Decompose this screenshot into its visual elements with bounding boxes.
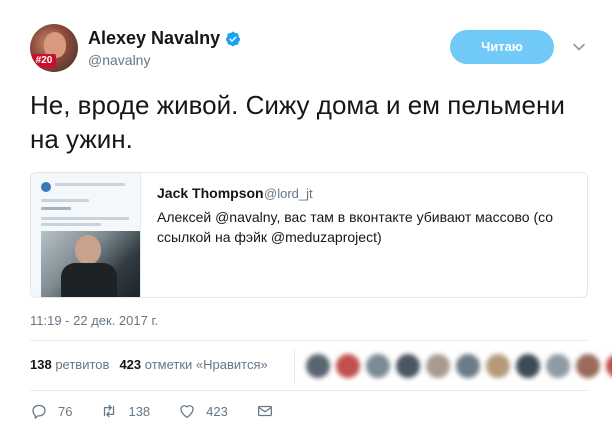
liker-avatar[interactable] bbox=[516, 354, 540, 378]
liker-avatar[interactable] bbox=[456, 354, 480, 378]
tweet-text: Не, вроде живой. Сижу дома и ем пельмени… bbox=[30, 90, 565, 154]
author-name-row[interactable]: Alexey Navalny bbox=[88, 28, 241, 49]
reply-action[interactable]: 76 bbox=[30, 402, 72, 420]
liker-avatar[interactable] bbox=[486, 354, 510, 378]
author-handle[interactable]: @navalny bbox=[88, 52, 150, 68]
heart-icon[interactable] bbox=[178, 402, 196, 420]
thumbnail-text-line bbox=[41, 223, 101, 226]
thumbnail-person-coat bbox=[61, 263, 117, 297]
thumbnail-person-head bbox=[75, 235, 101, 265]
quoted-author-handle: @lord_jt bbox=[264, 186, 313, 201]
thumbnail-text-line bbox=[41, 199, 89, 202]
liker-avatar[interactable] bbox=[576, 354, 600, 378]
divider bbox=[30, 340, 588, 341]
follow-button[interactable]: Читаю bbox=[450, 30, 554, 64]
reply-icon[interactable] bbox=[30, 402, 48, 420]
liker-avatars[interactable] bbox=[306, 354, 612, 378]
divider bbox=[294, 350, 295, 384]
author-name[interactable]: Alexey Navalny bbox=[88, 28, 220, 49]
tweet-actions: 76 138 423 bbox=[30, 402, 302, 420]
likes-count: 423 bbox=[119, 357, 142, 372]
liker-avatar[interactable] bbox=[306, 354, 330, 378]
retweet-count: 138 bbox=[128, 403, 151, 419]
like-count: 423 bbox=[206, 403, 228, 419]
quoted-tweet-card[interactable]: Jack Thompson @lord_jt Алексей @navalny,… bbox=[30, 172, 588, 298]
quoted-tweet-text: Алексей @navalny, вас там в вконтакте уб… bbox=[157, 209, 554, 245]
likes-stat[interactable]: 423 отметки «Нравится» bbox=[119, 357, 267, 372]
reply-count: 76 bbox=[58, 403, 73, 419]
thumbnail-avatar bbox=[41, 182, 51, 192]
thumbnail-text-line bbox=[55, 183, 125, 186]
retweets-label: ретвитов bbox=[55, 357, 110, 372]
likes-label: отметки «Нравится» bbox=[144, 357, 268, 372]
quoted-author-name: Jack Thompson bbox=[157, 185, 264, 201]
liker-avatar[interactable] bbox=[336, 354, 360, 378]
envelope-icon[interactable] bbox=[256, 402, 274, 420]
verified-badge-icon bbox=[226, 31, 241, 46]
liker-avatar[interactable] bbox=[396, 354, 420, 378]
retweets-stat[interactable]: 138 ретвитов bbox=[30, 357, 109, 372]
message-action[interactable] bbox=[256, 402, 274, 420]
chevron-down-icon[interactable] bbox=[572, 40, 586, 54]
engagement-stats: 138 ретвитов 423 отметки «Нравится» bbox=[30, 357, 268, 372]
thumbnail-text-line bbox=[41, 217, 129, 220]
like-action[interactable]: 423 bbox=[178, 402, 228, 420]
tweet-timestamp[interactable]: 11:19 - 22 дек. 2017 г. bbox=[30, 313, 158, 328]
quoted-tweet-thumbnail[interactable] bbox=[31, 173, 141, 297]
liker-avatar[interactable] bbox=[546, 354, 570, 378]
author-avatar[interactable]: #20 bbox=[30, 24, 78, 72]
retweet-icon[interactable] bbox=[100, 402, 118, 420]
avatar-badge: #20 bbox=[32, 54, 56, 68]
retweet-action[interactable]: 138 bbox=[100, 402, 150, 420]
retweets-count: 138 bbox=[30, 357, 52, 372]
thumbnail-text-line bbox=[41, 207, 71, 210]
divider bbox=[30, 390, 588, 391]
liker-avatar[interactable] bbox=[366, 354, 390, 378]
liker-avatar[interactable] bbox=[606, 354, 612, 378]
liker-avatar[interactable] bbox=[426, 354, 450, 378]
